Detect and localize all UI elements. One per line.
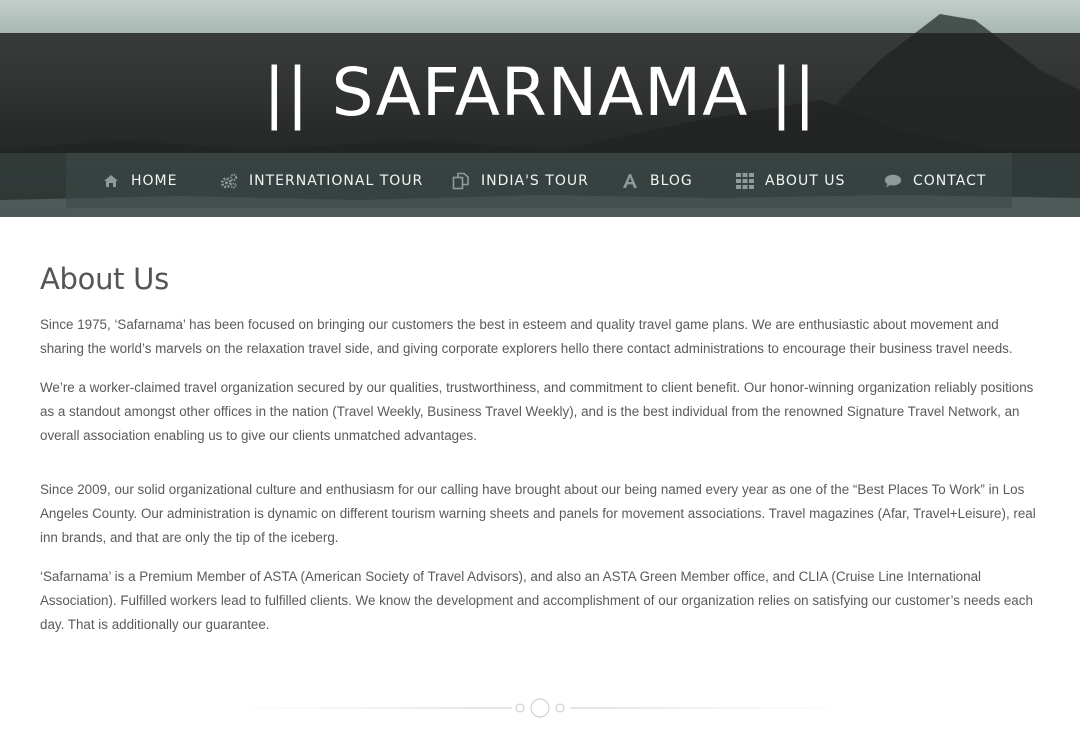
nav-item-about-us[interactable]: ABOUT US [736,153,845,208]
paragraph: We’re a worker-claimed travel organizati… [40,380,1034,443]
paragraph: ‘Safarnama’ is a Premium Member of ASTA … [40,569,1033,632]
main-nav: HOME INTERNATIONAL TOUR INDIA'S TOUR BLO… [66,153,1012,209]
nav-item-label: CONTACT [913,172,987,189]
nav-item-label: BLOG [650,172,693,189]
font-icon [621,172,639,190]
nav-item-blog[interactable]: BLOG [621,153,693,208]
nav-item-label: INTERNATIONAL TOUR [249,172,424,189]
about-section: About Us Since 1975, ‘Safarnama’ has bee… [40,262,1040,637]
copy-icon [452,172,470,190]
nav-item-label: HOME [131,172,178,189]
paragraph: Since 2009, our solid organizational cul… [40,482,1036,545]
section-divider [230,698,850,718]
nav-item-international-tour[interactable]: INTERNATIONAL TOUR [220,153,423,208]
nav-item-indias-tour[interactable]: INDIA'S TOUR [452,153,589,208]
title-band: || SAFARNAMA || [0,33,1080,153]
gears-icon [220,172,238,190]
chat-bubble-icon [884,172,902,190]
hero-header: || SAFARNAMA || HOME INTERNATIONAL TOUR … [0,0,1080,217]
nav-item-label: ABOUT US [765,172,846,189]
home-icon [102,172,120,190]
paragraph: Since 1975, ‘Safarnama’ has been focused… [40,317,1013,356]
nav-item-label: INDIA'S TOUR [481,172,589,189]
site-title[interactable]: || SAFARNAMA || [0,33,1080,153]
page-title: About Us [40,262,169,296]
nav-item-contact[interactable]: CONTACT [884,153,986,208]
nav-item-home[interactable]: HOME [102,153,177,208]
grid-icon [736,172,754,190]
